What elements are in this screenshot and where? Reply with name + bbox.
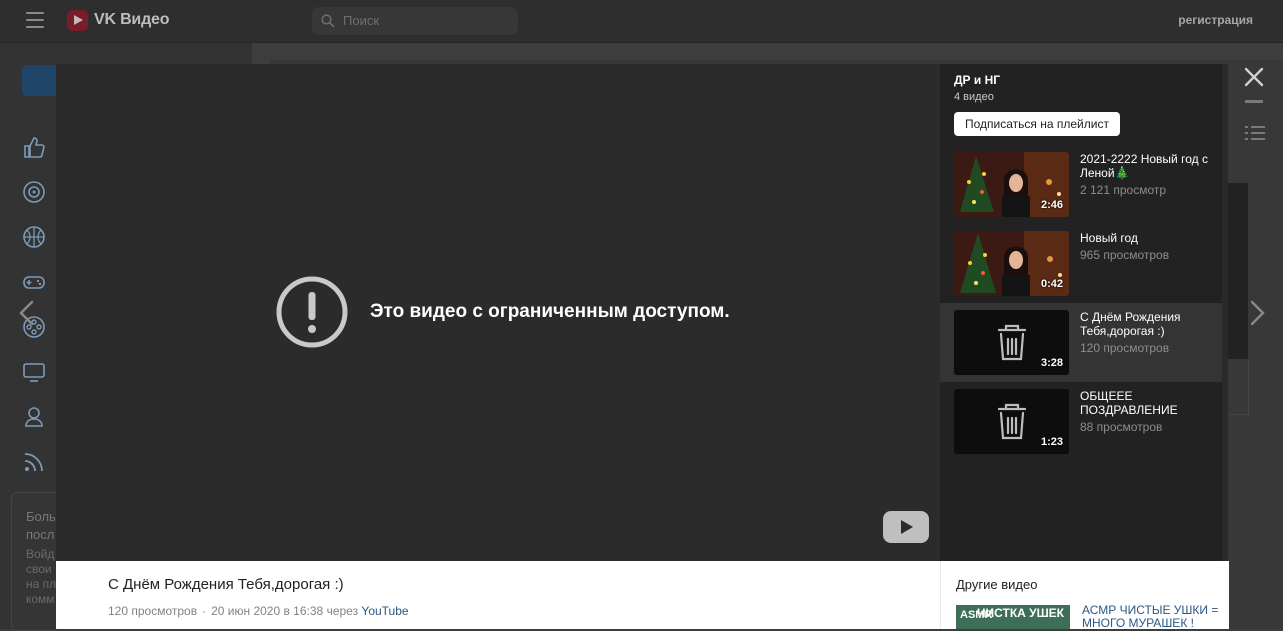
top-bar: VK Видео Поиск регистрация (0, 0, 1283, 43)
video-thumbnail: 1:23 (954, 389, 1069, 454)
register-link[interactable]: регистрация (1178, 13, 1253, 27)
video-views: 120 просмотров (1080, 341, 1170, 355)
other-videos-panel: Другие видео ASMR ЧИСТКА УШЕК АСМР ЧИСТЫ… (940, 561, 1229, 630)
separator: · (202, 604, 207, 618)
other-video-thumbnail[interactable]: ASMR ЧИСТКА УШЕК (956, 605, 1070, 629)
playlist-title: ДР и НГ (954, 73, 1001, 87)
list-view-icon[interactable] (1245, 126, 1265, 140)
basketball-icon (23, 226, 45, 248)
video-info: С Днём Рождения Тебя,дорогая :) 120 прос… (56, 561, 940, 629)
video-modal: Это видео с ограниченным доступом. ДР и … (56, 64, 1229, 630)
other-videos-title: Другие видео (956, 577, 1038, 592)
playlist-scrollbar[interactable] (1222, 64, 1228, 561)
source-link[interactable]: YouTube (361, 604, 408, 618)
video-duration: 2:46 (1040, 199, 1063, 211)
exclamation-circle-icon (276, 276, 348, 348)
views-count: 120 просмотров (108, 604, 198, 618)
playlist-item[interactable]: 1:23 ОБЩЕЕЕ ПОЗДРАВЛЕНИЕ 88 просмотров (940, 382, 1222, 461)
youtube-icon[interactable] (883, 511, 929, 543)
background-video-thumb (1228, 183, 1248, 359)
search-icon (321, 14, 335, 28)
promo-line: посл (26, 527, 55, 542)
video-title: 2021-2222 Новый год с Леной🎄 (1080, 152, 1208, 180)
search-placeholder: Поиск (343, 13, 380, 28)
close-icon[interactable] (1243, 66, 1265, 88)
background-divider (1228, 360, 1249, 415)
thumb-badge-right: ЧИСТКА УШЕК (977, 606, 1064, 620)
video-title: ОБЩЕЕЕ ПОЗДРАВЛЕНИЕ (1080, 389, 1178, 417)
promo-line: свои (26, 562, 52, 576)
logo[interactable]: VK Видео (67, 9, 169, 31)
upload-date: 20 июн 2020 в 16:38 (211, 604, 324, 618)
vk-video-logo-icon (67, 9, 88, 31)
playlist-panel: ДР и НГ 4 видео Подписаться на плейлист (940, 64, 1228, 561)
restricted-notice: Это видео с ограниченным доступом. (276, 276, 730, 348)
promo-line: Боль (26, 509, 56, 524)
menu-icon[interactable] (26, 12, 44, 28)
promo-line: на пл (26, 577, 57, 591)
promo-line: комм (26, 592, 55, 606)
rss-icon (24, 453, 43, 472)
via-text: через (326, 604, 359, 618)
video-views: 88 просмотров (1080, 420, 1163, 434)
video-page-title: С Днём Рождения Тебя,дорогая :) (108, 576, 344, 593)
video-views: 2 121 просмотр (1080, 183, 1167, 197)
next-arrow-icon[interactable] (1246, 300, 1268, 326)
video-title: Новый год (1080, 231, 1138, 245)
playlist-item[interactable]: 2:46 2021-2222 Новый год с Леной🎄 2 121 … (940, 145, 1222, 224)
other-video-title[interactable]: АСМР ЧИСТЫЕ УШКИ = МНОГО МУРАШЕК ! (1082, 604, 1222, 630)
video-player[interactable]: Это видео с ограниченным доступом. (56, 64, 940, 561)
gamepad-icon (23, 276, 45, 289)
video-views: 965 просмотров (1080, 248, 1170, 262)
playlist-item[interactable]: 0:42 Новый год 965 просмотров (940, 224, 1222, 303)
video-title: С Днём Рождения Тебя,дорогая :) (1080, 310, 1181, 338)
minimize-icon[interactable] (1245, 100, 1263, 103)
kids-icon (25, 407, 43, 427)
video-thumbnail: 2:46 (954, 152, 1069, 217)
promo-line: Войд (26, 547, 55, 561)
playlist-count: 4 видео (954, 91, 994, 103)
restricted-message: Это видео с ограниченным доступом. (370, 301, 730, 322)
video-thumbnail: 3:28 (954, 310, 1069, 375)
video-thumbnail: 0:42 (954, 231, 1069, 296)
video-duration: 0:42 (1040, 278, 1063, 290)
target-icon (23, 181, 45, 203)
logo-text: VK Видео (94, 11, 170, 28)
video-duration: 3:28 (1040, 357, 1063, 369)
video-meta: 120 просмотров · 20 июн 2020 в 16:38 через… (108, 604, 409, 618)
search-input[interactable]: Поиск (312, 7, 518, 35)
previous-arrow-icon[interactable] (16, 300, 38, 326)
tv-icon (23, 363, 45, 382)
video-duration: 1:23 (1040, 436, 1063, 448)
subscribe-playlist-button[interactable]: Подписаться на плейлист (954, 112, 1120, 136)
thumbs-up-icon (24, 137, 45, 158)
playlist-item-active[interactable]: 3:28 С Днём Рождения Тебя,дорогая :) 120… (940, 303, 1222, 382)
